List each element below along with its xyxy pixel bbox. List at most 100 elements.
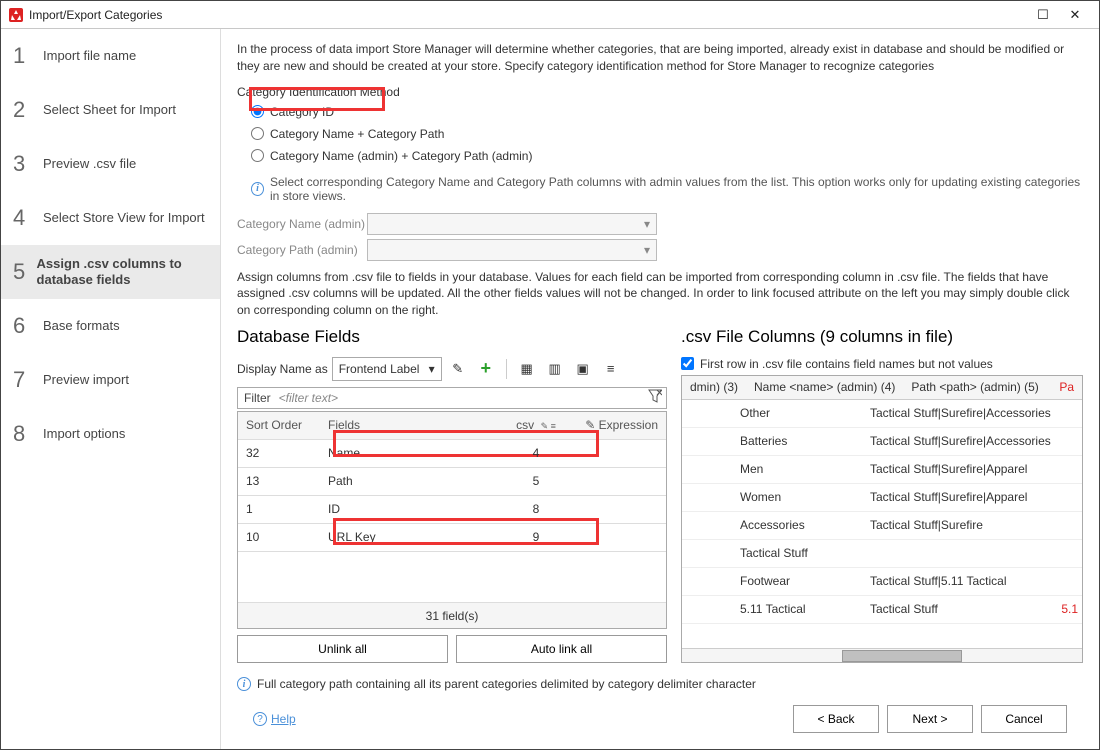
csv-cell-name: Other (732, 406, 862, 420)
radio-category-id-label: Category ID (270, 105, 334, 119)
csv-cell-path: Tactical Stuff|Surefire (862, 518, 1052, 532)
cell-sort: 32 (238, 446, 328, 460)
step-number: 8 (13, 421, 35, 447)
radio-name-path-admin[interactable] (251, 149, 264, 162)
step-number: 4 (13, 205, 35, 231)
category-path-admin-select[interactable]: ▾ (367, 239, 657, 261)
col-fields[interactable]: Fields (328, 418, 496, 432)
window-title: Import/Export Categories (29, 8, 162, 22)
display-name-select[interactable]: Frontend Label ▾ (332, 357, 442, 381)
csv-row[interactable]: WomenTactical Stuff|Surefire|Apparel (682, 484, 1082, 512)
step-label: Import file name (43, 48, 136, 64)
csv-cell-name: Men (732, 462, 862, 476)
field-row[interactable]: 10URL Key9 (238, 524, 666, 552)
back-button[interactable]: < Back (793, 705, 879, 733)
csv-cell-path: Tactical Stuff|Surefire|Accessories (862, 406, 1052, 420)
wizard-step-3[interactable]: 3Preview .csv file (1, 137, 220, 191)
wizard-step-8[interactable]: 8Import options (1, 407, 220, 461)
help-label: Help (271, 712, 296, 726)
category-name-admin-label: Category Name (admin) (237, 217, 367, 231)
csv-head-c[interactable]: Path <path> (admin) (5) (903, 380, 1046, 394)
radio-name-path-admin-label: Category Name (admin) + Category Path (a… (270, 149, 532, 163)
category-name-admin-select[interactable]: ▾ (367, 213, 657, 235)
csv-row[interactable]: Tactical Stuff (682, 540, 1082, 568)
filter-clear-icon[interactable] (644, 389, 666, 406)
col-sort-order[interactable]: Sort Order (238, 418, 328, 432)
bottom-info-text: Full category path containing all its pa… (257, 677, 756, 691)
first-row-checkbox[interactable] (681, 357, 694, 370)
tool-icon-4[interactable]: ≡ (599, 357, 623, 381)
display-name-label: Display Name as (237, 362, 328, 376)
tool-icon-3[interactable]: ▣ (571, 357, 595, 381)
cell-sort: 1 (238, 502, 328, 516)
close-button[interactable]: ✕ (1059, 1, 1091, 29)
step-label: Select Store View for Import (43, 210, 205, 226)
next-button[interactable]: Next > (887, 705, 973, 733)
csv-columns-heading: .csv File Columns (9 columns in file) (681, 327, 1083, 347)
help-link[interactable]: ? Help (253, 712, 296, 726)
csv-row[interactable]: OtherTactical Stuff|Surefire|Accessories (682, 400, 1082, 428)
cell-field: Name (328, 446, 496, 460)
cell-csv: 4 (496, 446, 576, 460)
wizard-step-7[interactable]: 7 Preview import (1, 353, 220, 407)
cell-csv: 8 (496, 502, 576, 516)
csv-cell-name: Accessories (732, 518, 862, 532)
filter-input[interactable] (277, 388, 644, 408)
wizard-steps: 1Import file name2Select Sheet for Impor… (1, 29, 221, 749)
csv-row[interactable]: BatteriesTactical Stuff|Surefire|Accesso… (682, 428, 1082, 456)
identification-group-label: Category Identification Method (237, 85, 1083, 99)
radio-category-id[interactable] (251, 105, 264, 118)
step-label: Assign .csv columns to database fields (37, 256, 208, 287)
field-row[interactable]: 1ID8 (238, 496, 666, 524)
tool-icon-1[interactable]: ▦ (515, 357, 539, 381)
step-label: Preview import (43, 372, 129, 388)
wizard-step-5[interactable]: 5Assign .csv columns to database fields (1, 245, 220, 299)
csv-h-scrollbar[interactable] (682, 648, 1082, 662)
wizard-step-4[interactable]: 4 Select Store View for Import (1, 191, 220, 245)
csv-row[interactable]: AccessoriesTactical Stuff|Surefire (682, 512, 1082, 540)
csv-head-d[interactable]: Pa (1051, 380, 1082, 394)
csv-head-a[interactable]: dmin) (3) (682, 380, 746, 394)
cell-field: Path (328, 474, 496, 488)
wizard-step-2[interactable]: 2Select Sheet for Import (1, 83, 220, 137)
radio-name-path[interactable] (251, 127, 264, 140)
csv-cell-path: Tactical Stuff|Surefire|Apparel (862, 462, 1052, 476)
field-row[interactable]: 32Name4 (238, 440, 666, 468)
col-csv[interactable]: csv ✎ ≡ (496, 418, 576, 432)
cancel-button[interactable]: Cancel (981, 705, 1067, 733)
cell-csv: 5 (496, 474, 576, 488)
step-label: Base formats (43, 318, 120, 334)
wizard-step-6[interactable]: 6 Base formats (1, 299, 220, 353)
csv-cell-path: Tactical Stuff (862, 602, 1052, 616)
edit-icon[interactable]: ✎ (446, 357, 470, 381)
info-icon: i (251, 182, 264, 196)
step-label: Preview .csv file (43, 156, 136, 172)
col-expression[interactable]: ✎ Expression (576, 418, 666, 432)
unlink-all-button[interactable]: Unlink all (237, 635, 448, 663)
app-icon (9, 8, 23, 22)
database-fields-heading: Database Fields (237, 327, 667, 347)
csv-cell-extra: 5.1 (1052, 602, 1082, 616)
intro-text: In the process of data import Store Mana… (237, 41, 1083, 75)
cell-field: URL Key (328, 530, 496, 544)
auto-link-all-button[interactable]: Auto link all (456, 635, 667, 663)
tool-icon-2[interactable]: ▥ (543, 357, 567, 381)
field-row[interactable]: 13Path5 (238, 468, 666, 496)
csv-row[interactable]: MenTactical Stuff|Surefire|Apparel (682, 456, 1082, 484)
add-icon[interactable]: + (474, 357, 498, 381)
maximize-button[interactable]: ☐ (1027, 1, 1059, 29)
identification-info: Select corresponding Category Name and C… (270, 175, 1083, 203)
cell-sort: 13 (238, 474, 328, 488)
csv-head-b[interactable]: Name <name> (admin) (4) (746, 380, 903, 394)
grid-footer: 31 field(s) (238, 602, 666, 628)
csv-cell-name: Tactical Stuff (732, 546, 862, 560)
wizard-step-1[interactable]: 1Import file name (1, 29, 220, 83)
csv-cell-name: 5.11 Tactical (732, 602, 862, 616)
csv-row[interactable]: FootwearTactical Stuff|5.11 Tactical (682, 568, 1082, 596)
step-number: 7 (13, 367, 35, 393)
csv-cell-path: Tactical Stuff|5.11 Tactical (862, 574, 1052, 588)
csv-cell-name: Footwear (732, 574, 862, 588)
csv-cell-name: Batteries (732, 434, 862, 448)
csv-row[interactable]: 5.11 TacticalTactical Stuff5.1 (682, 596, 1082, 624)
step-number: 6 (13, 313, 35, 339)
